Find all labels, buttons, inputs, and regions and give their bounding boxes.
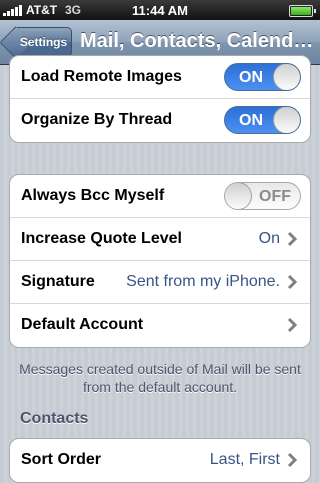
always-bcc-myself-toggle[interactable]: OFF bbox=[224, 182, 301, 210]
row-load-remote-images: Load Remote Images ON bbox=[10, 56, 310, 99]
section-header-contacts: Contacts bbox=[20, 410, 89, 427]
toggle-knob bbox=[225, 183, 252, 209]
battery-icon bbox=[289, 5, 316, 17]
chevron-right-icon bbox=[287, 231, 298, 247]
row-label: Always Bcc Myself bbox=[21, 187, 165, 204]
default-account-footnote: Messages created outside of Mail will be… bbox=[19, 361, 301, 395]
clock: 11:44 AM bbox=[132, 3, 188, 18]
chevron-right-icon bbox=[287, 274, 298, 290]
settings-group-2: Always Bcc Myself OFF Increase Quote Lev… bbox=[9, 174, 311, 348]
row-label: Organize By Thread bbox=[21, 111, 173, 128]
status-bar: AT&T 3G 11:44 AM bbox=[0, 0, 320, 20]
row-label: Default Account bbox=[21, 316, 144, 333]
row-always-bcc-myself: Always Bcc Myself OFF bbox=[10, 175, 310, 218]
row-value: On bbox=[258, 230, 280, 247]
row-label: Load Remote Images bbox=[21, 68, 182, 85]
back-button[interactable]: Settings bbox=[0, 26, 72, 59]
toggle-state: ON bbox=[239, 112, 263, 129]
row-default-account[interactable]: Default Account bbox=[10, 304, 310, 347]
chevron-right-icon bbox=[287, 452, 298, 468]
row-label: Increase Quote Level bbox=[21, 230, 182, 247]
row-label: Signature bbox=[21, 273, 95, 290]
settings-group-contacts: Sort Order Last, First bbox=[9, 438, 311, 483]
toggle-state: OFF bbox=[259, 188, 291, 205]
toggle-knob bbox=[273, 107, 300, 133]
row-label: Sort Order bbox=[21, 451, 102, 468]
chevron-right-icon bbox=[287, 317, 298, 333]
row-sort-order[interactable]: Sort Order Last, First bbox=[10, 439, 310, 482]
row-organize-by-thread: Organize By Thread ON bbox=[10, 99, 310, 142]
toggle-state: ON bbox=[239, 69, 263, 86]
row-increase-quote-level[interactable]: Increase Quote Level On bbox=[10, 218, 310, 261]
back-button-label: Settings bbox=[19, 35, 68, 49]
row-value: Sent from my iPhone. bbox=[126, 273, 280, 290]
row-signature[interactable]: Signature Sent from my iPhone. bbox=[10, 261, 310, 304]
organize-by-thread-toggle[interactable]: ON bbox=[224, 106, 301, 134]
row-value: Last, First bbox=[209, 451, 280, 468]
load-remote-images-toggle[interactable]: ON bbox=[224, 63, 301, 91]
page-title: Mail, Contacts, Calend… bbox=[80, 30, 314, 52]
settings-group-1: Load Remote Images ON Organize By Thread… bbox=[9, 55, 311, 143]
redacted-account-value bbox=[175, 314, 285, 336]
toggle-knob bbox=[273, 64, 300, 90]
